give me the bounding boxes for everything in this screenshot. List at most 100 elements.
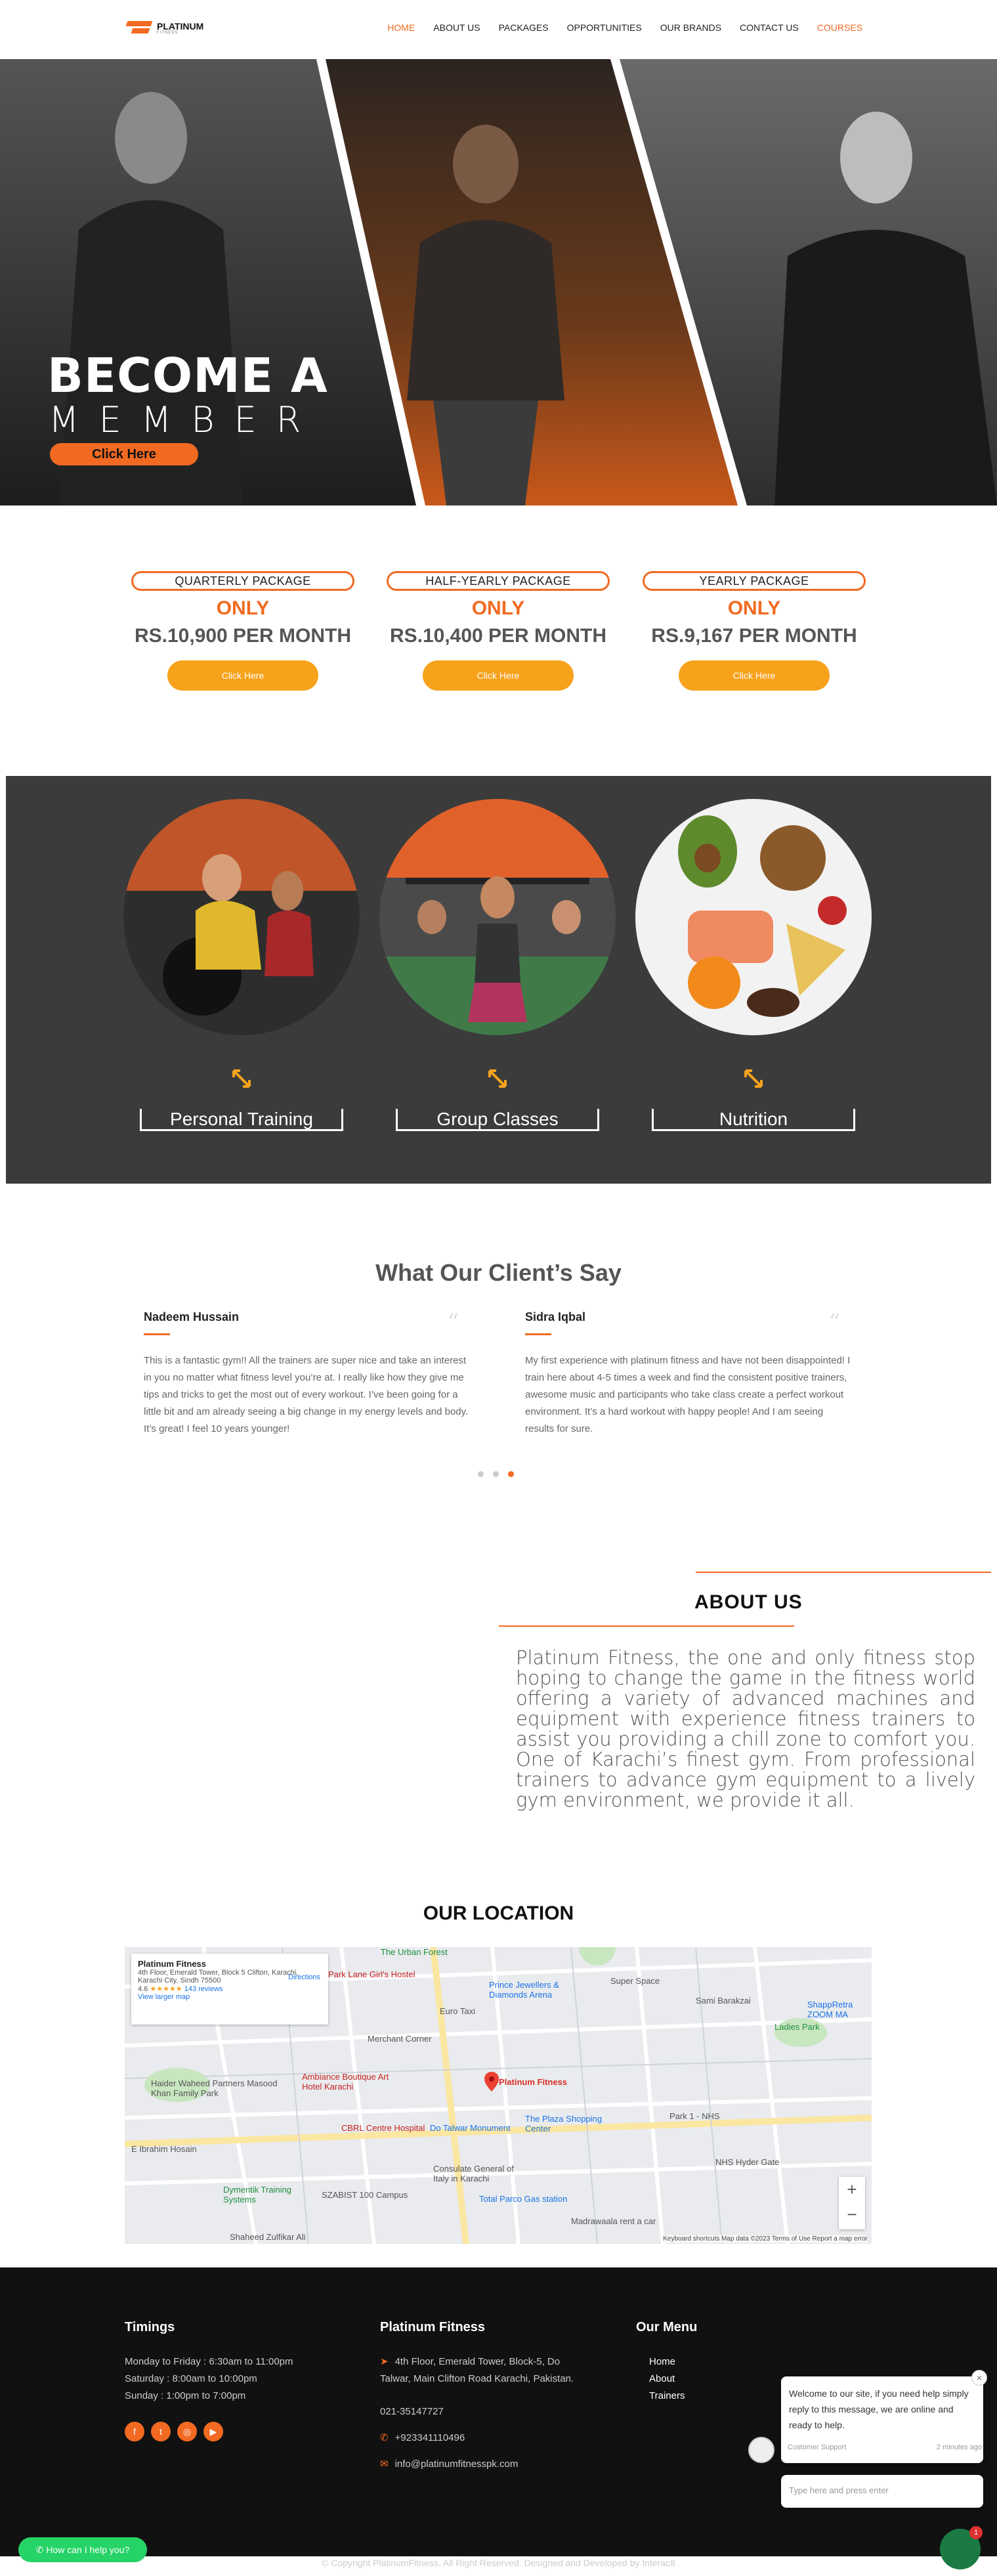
close-icon[interactable]: ×: [971, 2370, 987, 2386]
timing-line: Sunday : 1:00pm to 7:00pm: [125, 2390, 246, 2401]
quote-icon: “: [447, 1309, 459, 1335]
map-label: Sami Barakzai: [696, 1996, 751, 2006]
footer-menu-home[interactable]: Home: [649, 2353, 697, 2371]
service-label: Personal Training: [140, 1109, 343, 1131]
map-label: Shaheed Zulfikar Ali: [230, 2232, 306, 2242]
zoom-out-icon[interactable]: −: [839, 2202, 865, 2227]
carousel-dot[interactable]: [493, 1471, 499, 1477]
nav-our-brands[interactable]: OUR BRANDS: [660, 22, 721, 33]
map-label: SZABIST 100 Campus: [322, 2190, 408, 2200]
expand-arrows-icon: [228, 1065, 255, 1092]
map-zoom-controls[interactable]: + −: [839, 2177, 865, 2229]
package-price: RS.9,167 PER MONTH: [651, 625, 857, 647]
facebook-icon[interactable]: f: [125, 2422, 144, 2441]
hero-title: BECOME A: [47, 348, 328, 403]
chat-message: Welcome to our site, if you need help si…: [789, 2388, 969, 2430]
footer-menu-about[interactable]: About: [649, 2371, 697, 2388]
brand-name: PLATINUM: [157, 21, 204, 32]
envelope-icon: ✉: [380, 2458, 389, 2470]
hero-banner: BECOME A MEMBER Click Here: [0, 59, 997, 505]
map-label: Total Parco Gas station: [479, 2194, 568, 2204]
hero-click-here-button[interactable]: Click Here: [50, 443, 198, 465]
location-arrow-icon: ➤: [380, 2356, 389, 2367]
hero-subtitle: MEMBER: [49, 399, 321, 440]
whatsapp-label: How can I help you?: [46, 2544, 130, 2555]
service-label: Nutrition: [652, 1109, 855, 1131]
footer-email[interactable]: info@platinumfitnesspk.com: [395, 2458, 519, 2470]
package-only: ONLY: [216, 597, 270, 619]
testimonial-text: My first experience with platinum fitnes…: [525, 1355, 851, 1434]
footer-menu-trainers[interactable]: Trainers: [649, 2388, 697, 2405]
platinum-logo[interactable]: PLATINUM FITNESS: [125, 20, 204, 37]
map-label: E Ibrahim Hosain: [131, 2144, 197, 2154]
whatsapp-help-button[interactable]: ✆ How can I help you?: [18, 2537, 147, 2562]
nav-about-us[interactable]: ABOUT US: [433, 22, 480, 33]
testimonial-text: This is a fantastic gym!! All the traine…: [144, 1355, 469, 1434]
map-card-reviews[interactable]: 143 reviews: [184, 1985, 223, 1993]
copyright-text: © Copyright PlatinumFitness. All Right R…: [322, 2558, 675, 2568]
footer-company-title: Platinum Fitness: [380, 2320, 486, 2334]
packages-section: QUARTERLY PACKAGE ONLY RS.10,900 PER MON…: [0, 505, 997, 775]
timing-line: Saturday : 8:00am to 10:00pm: [125, 2373, 257, 2384]
support-avatar: [748, 2437, 774, 2463]
map-label: Haider Waheed Partners Masood Khan Famil…: [151, 2078, 278, 2098]
footer-contact: Platinum Fitness ➤ 4th Floor, Emerald Tow…: [380, 2320, 577, 2473]
map-label: Madrawaala rent a car: [571, 2216, 656, 2226]
nav-contact-us[interactable]: CONTACT US: [740, 22, 799, 33]
package-button[interactable]: Click Here: [423, 660, 574, 691]
map-label: The Plaza Shopping Center: [525, 2114, 603, 2134]
map-card-rating: 4.6: [138, 1985, 148, 1993]
google-map[interactable]: Platinum Fitness 4th Floor, Emerald Towe…: [125, 1947, 872, 2244]
testimonial-divider: [144, 1333, 170, 1335]
about-divider-top: [696, 1572, 991, 1573]
about-divider-bottom: [499, 1625, 794, 1627]
youtube-icon[interactable]: ▶: [203, 2422, 223, 2441]
footer-menu-title: Our Menu: [636, 2320, 698, 2334]
nav-courses[interactable]: COURSES: [817, 22, 862, 33]
carousel-dot-active[interactable]: [508, 1471, 514, 1477]
footer-phone-1[interactable]: 021-35147727: [380, 2403, 577, 2420]
package-button[interactable]: Click Here: [679, 660, 830, 691]
map-place-card: Platinum Fitness 4th Floor, Emerald Towe…: [131, 1954, 328, 2025]
services-section: Personal Training Group Classes Nutritio…: [6, 776, 991, 1184]
package-price: RS.10,900 PER MONTH: [134, 625, 352, 647]
zoom-in-icon[interactable]: +: [839, 2177, 865, 2202]
map-label: Merchant Corner: [368, 2034, 432, 2044]
footer-timings: Timings Monday to Friday : 6:30am to 11:…: [125, 2320, 293, 2441]
twitter-icon[interactable]: t: [151, 2422, 171, 2441]
nav-packages[interactable]: PACKAGES: [499, 22, 549, 33]
instagram-icon[interactable]: ◎: [177, 2422, 197, 2441]
testimonial-divider: [525, 1333, 551, 1335]
map-label: Super Space: [610, 1976, 660, 1986]
package-price: RS.10,400 PER MONTH: [389, 625, 607, 647]
map-footer: Keyboard shortcuts Map data ©2023 Terms …: [663, 2235, 868, 2243]
footer-phone-2[interactable]: +923341110496: [395, 2432, 465, 2443]
map-label: Ambiance Boutique Art Hotel Karachi: [302, 2072, 389, 2092]
service-group-classes[interactable]: Group Classes: [379, 799, 616, 1131]
service-personal-training[interactable]: Personal Training: [123, 799, 360, 1131]
chat-input[interactable]: Type here and press enter: [781, 2475, 983, 2508]
location-title: OUR LOCATION: [423, 1902, 574, 1924]
footer-address: 4th Floor, Emerald Tower, Block-5, Do Ta…: [380, 2356, 574, 2384]
package-quarterly: QUARTERLY PACKAGE ONLY RS.10,900 PER MON…: [131, 571, 354, 691]
map-label: NHS Hyder Gate: [715, 2157, 780, 2167]
map-label: Do Talwar Monument: [430, 2123, 511, 2133]
view-larger-map-link[interactable]: View larger map: [138, 1993, 322, 2001]
nav-home[interactable]: HOME: [387, 22, 415, 33]
directions-link[interactable]: Directions: [288, 1973, 320, 1981]
package-name: YEARLY PACKAGE: [643, 571, 866, 591]
about-title: ABOUT US: [694, 1591, 803, 1613]
map-label: ShappRetra ZOOM MA: [807, 2000, 853, 2019]
footer-menu: Our Menu Home About Trainers: [636, 2320, 697, 2405]
main-nav: HOME ABOUT US PACKAGES OPPORTUNITIES OUR…: [387, 22, 862, 33]
package-button[interactable]: Click Here: [167, 660, 318, 691]
chat-agent: Customer Support: [788, 2443, 847, 2451]
map-label: Euro Taxi: [440, 2006, 475, 2016]
carousel-dot[interactable]: [478, 1471, 484, 1477]
chat-time: 2 minutes ago: [936, 2443, 982, 2451]
footer-timings-title: Timings: [125, 2320, 175, 2334]
nav-opportunities[interactable]: OPPORTUNITIES: [567, 22, 642, 33]
service-nutrition[interactable]: Nutrition: [635, 799, 872, 1131]
expand-arrows-icon: [484, 1065, 511, 1092]
map-pin-icon[interactable]: [484, 2072, 499, 2092]
